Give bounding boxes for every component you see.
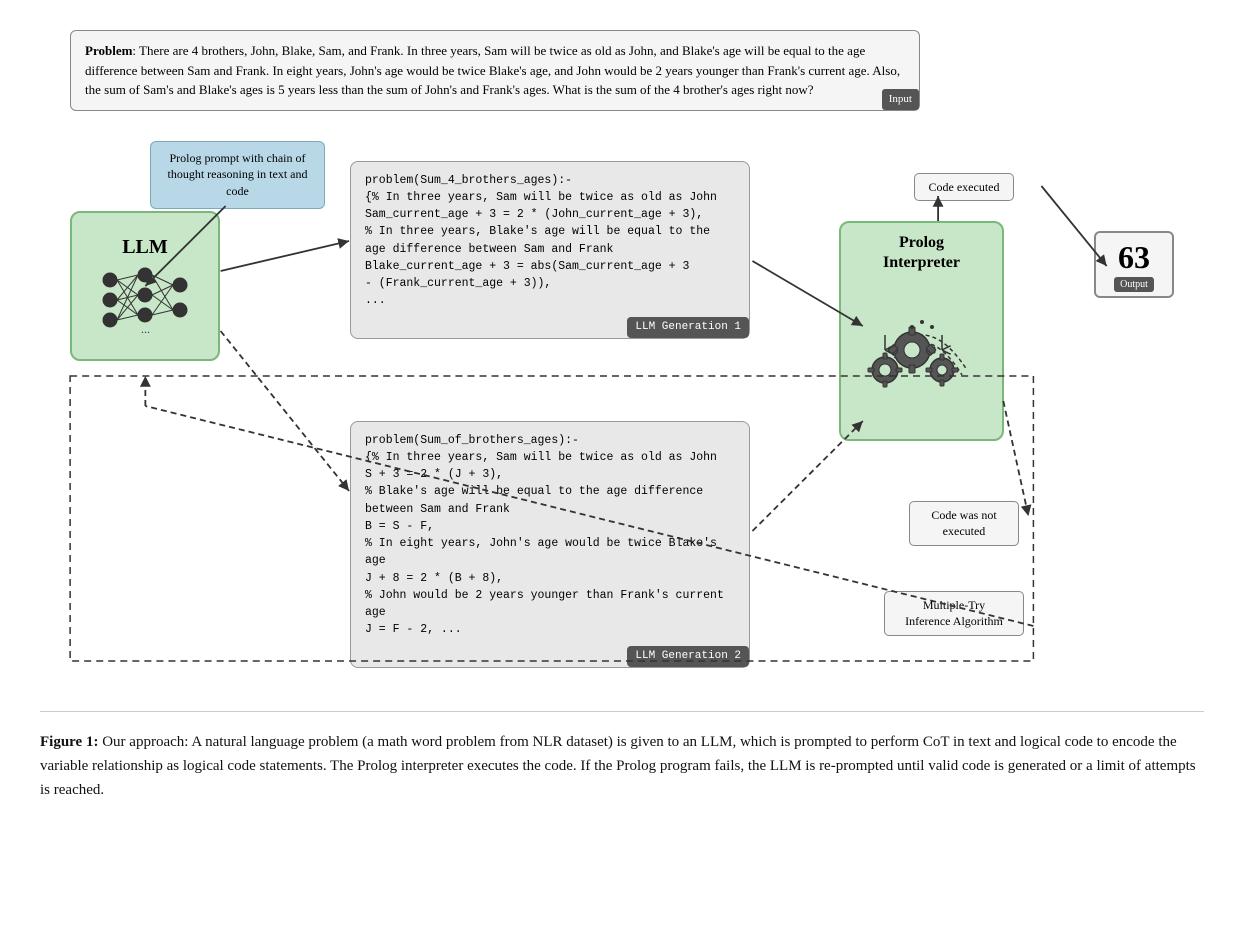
code-line: {% In three years, Sam will be twice as … — [365, 189, 735, 206]
code-badge-1: LLM Generation 1 — [627, 317, 749, 338]
code-not-executed-label: Code was notexecuted — [909, 501, 1019, 547]
code-line: % Blake's age will be equal to the age d… — [365, 483, 735, 500]
figure-caption: Figure 1: Our approach: A natural langua… — [40, 711, 1204, 802]
code-line: Sam_current_age + 3 = 2 * (John_current_… — [365, 206, 735, 223]
code-line: B = S - F, — [365, 518, 735, 535]
input-badge: Input — [882, 89, 919, 110]
neural-net-icon: ... — [95, 265, 195, 335]
figure-label: Figure 1: — [40, 734, 98, 750]
output-badge: Output — [1114, 277, 1154, 292]
code-line: age difference between Sam and Frank — [365, 241, 735, 258]
code-line: J = F - 2, ... — [365, 621, 735, 638]
code-line: {% In three years, Sam will be twice as … — [365, 449, 735, 466]
code-line: problem(Sum_of_brothers_ages):- — [365, 432, 735, 449]
diagram-area: Prolog prompt with chain of thought reas… — [40, 131, 1204, 691]
prolog-prompt-text: Prolog prompt with chain of thought reas… — [168, 151, 308, 199]
prolog-prompt-box: Prolog prompt with chain of thought reas… — [150, 141, 325, 209]
code-executed-text: Code executed — [929, 180, 1000, 194]
code-line: J + 8 = 2 * (B + 8), — [365, 570, 735, 587]
prolog-interpreter-box: PrologInterpreter — [839, 221, 1004, 441]
code-line: % John would be 2 years younger than Fra… — [365, 587, 735, 604]
code-line: between Sam and Frank — [365, 501, 735, 518]
caption-text: Our approach: A natural language problem… — [40, 734, 1196, 798]
llm-box: LLM ... — [70, 211, 220, 361]
multiple-try-label: Multiple-TryInference Algorithm — [884, 591, 1024, 637]
code-line: S + 3 = 2 * (J + 3), — [365, 466, 735, 483]
prolog-interpreter-icon — [857, 280, 987, 410]
output-box: 63 Output — [1094, 231, 1174, 298]
svg-text:...: ... — [141, 322, 150, 335]
main-container: Problem: There are 4 brothers, John, Bla… — [0, 0, 1244, 822]
code-line: % In three years, Blake's age will be eq… — [365, 223, 735, 240]
prolog-interpreter-title: PrologInterpreter — [883, 233, 960, 275]
code-box-2: problem(Sum_of_brothers_ages):- {% In th… — [350, 421, 750, 668]
problem-box: Problem: There are 4 brothers, John, Bla… — [70, 30, 920, 111]
code-badge-2: LLM Generation 2 — [627, 646, 749, 667]
problem-label-body: : There are 4 brothers, John, Blake, Sam… — [85, 43, 900, 97]
code-box-1: problem(Sum_4_brothers_ages):- {% In thr… — [350, 161, 750, 339]
code-line: problem(Sum_4_brothers_ages):- — [365, 172, 735, 189]
code-line: - (Frank_current_age + 3)), — [365, 275, 735, 292]
llm-title: LLM — [122, 236, 168, 259]
code-line: age — [365, 604, 735, 621]
code-line: % In eight years, John's age would be tw… — [365, 535, 735, 570]
problem-label-bold: Problem — [85, 43, 132, 58]
code-line: Blake_current_age + 3 = abs(Sam_current_… — [365, 258, 735, 275]
output-number: 63 — [1118, 241, 1150, 273]
code-line: ... — [365, 292, 735, 309]
code-executed-label: Code executed — [914, 173, 1014, 202]
